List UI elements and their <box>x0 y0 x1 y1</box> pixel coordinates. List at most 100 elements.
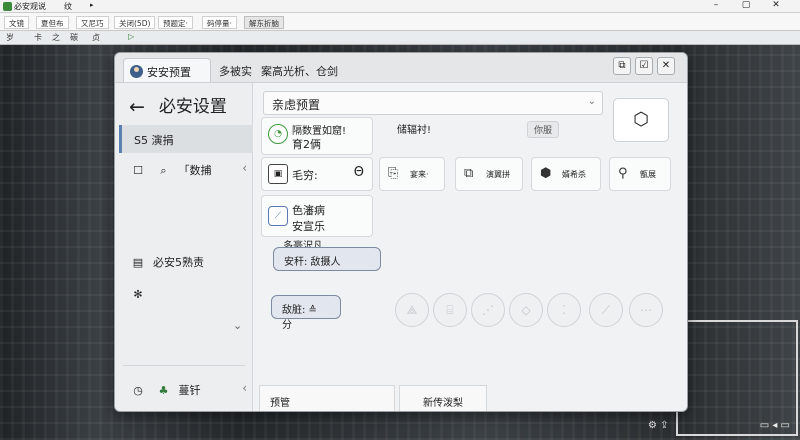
tab-multi[interactable]: 多被实 <box>213 58 258 82</box>
side-text: 储辐衬! <box>397 125 432 136</box>
sidebar-item-network[interactable]: ✻ <box>119 281 253 309</box>
host-menu-item-6[interactable]: 解东折脑 <box>244 16 284 29</box>
host-menu-bar: 文镜 夏但布 又尼巧 关闭(5D) 预题定· 码停量· 解东折脑 <box>0 13 800 31</box>
host-menu-item-3[interactable]: 关闭(5D) <box>114 16 156 29</box>
host-tool-1[interactable]: 卡 <box>34 32 42 43</box>
puzzle-icon: ♣ <box>158 384 169 397</box>
sidebar-item-security[interactable]: ▤ 必安5熟责 <box>119 247 253 275</box>
tray-right-icons[interactable]: ▭ ◂ ▭ <box>760 420 790 431</box>
window-close-icon[interactable]: ✕ <box>657 57 675 75</box>
link-icon: ⧉ <box>464 166 474 181</box>
chevron-down-icon: ⌄ <box>587 96 596 107</box>
host-menu-item-1[interactable]: 夏但布 <box>36 16 69 29</box>
ghost-button-2[interactable]: ⋰ <box>471 293 505 327</box>
sidebar-item-data[interactable]: ☐ ⌕ 「数捕 ‹ <box>119 155 253 183</box>
restore-icon[interactable]: ⧉ <box>613 57 631 75</box>
play-icon[interactable]: ▷ <box>128 32 134 41</box>
host-selection-rect <box>676 320 798 436</box>
status-chip[interactable]: 你服 <box>527 121 560 138</box>
app-icon <box>3 2 12 11</box>
cube-icon: ⬢ <box>540 166 552 181</box>
host-tool-2[interactable]: 之 <box>52 32 60 43</box>
card-package-title: 毛穷: <box>292 169 318 182</box>
mini-card-3[interactable]: ⚲ 甑展 <box>609 157 671 191</box>
ghost-button-3[interactable]: ◇ <box>509 293 543 327</box>
host-menu-item-5[interactable]: 码停量· <box>202 16 237 29</box>
host-title: 必安观说 <box>14 2 46 11</box>
host-menu-item-0[interactable]: 文镜 <box>4 16 29 29</box>
avatar-icon <box>130 65 143 78</box>
ghost-button-6[interactable]: ⋯ <box>629 293 663 327</box>
gauge-icon: ◔ <box>268 124 288 144</box>
card-compass[interactable]: ⟋ 色瀋病 安宣乐 <box>261 195 373 237</box>
hex-settings-button[interactable]: ⬡ <box>613 98 669 142</box>
maximize-icon[interactable]: ▢ <box>734 0 758 10</box>
card-stats-title: 隔数置如窟! <box>292 126 347 137</box>
page-title: 必安设置 <box>158 97 227 117</box>
mini-card-2[interactable]: ⬢ 婿希杀 <box>531 157 601 191</box>
sidebar-item-drill[interactable]: S5 演捐 <box>119 125 253 153</box>
bottom-right-label: 新传泼梨 <box>423 398 463 409</box>
mini-card-label: 宴来· <box>410 170 429 179</box>
host-menu-item-2[interactable]: 又尼巧 <box>76 16 109 29</box>
back-arrow-icon[interactable]: ← <box>129 96 145 118</box>
sidebar-divider <box>123 365 245 366</box>
card-package[interactable]: ▣ 毛穷: Θ <box>261 157 373 191</box>
hexagon-icon: ⬡ <box>633 109 649 130</box>
main-panel: 亲虑预置 ⌄ ⬡ 储辐衬! 你服 ◔ 隔数置如窟! 育2俩 ▣ 毛穷: Θ ⟋ … <box>255 83 687 411</box>
checkbox-icon[interactable]: ☑ <box>635 57 653 75</box>
ghost-button-5[interactable]: ⟋ <box>589 293 623 327</box>
box-icon: ▣ <box>268 164 288 184</box>
settings-window: 安安预置 多被实 案高光析、仓剑 ⧉ ☑ ✕ ← 必安设置 S5 演捐 ☐ ⌕ 「数… <box>114 52 688 412</box>
sidebar-item-label: S5 演捐 <box>134 134 174 147</box>
mini-card-label: 甑展 <box>640 170 656 179</box>
card-stats[interactable]: ◔ 隔数置如窟! 育2俩 <box>261 117 373 155</box>
host-toolbar: 岁 卡 之 碳 贞 ▷ <box>0 31 800 45</box>
ghost-button-1[interactable]: ⌸ <box>433 293 467 327</box>
tab-preset[interactable]: 安安预置 <box>123 58 211 82</box>
clock-icon: ◷ <box>133 384 143 397</box>
mini-card-0[interactable]: ⎘ 宴来· <box>379 157 445 191</box>
sidebar-item-plugins[interactable]: ◷ ♣ 蔓钎 ‹ <box>119 375 253 403</box>
host-tool-3[interactable]: 碳 <box>70 32 78 43</box>
asterisk-icon: ✻ <box>133 288 143 301</box>
sidebar-item-label: 「数捕 <box>178 164 212 177</box>
close-icon[interactable]: ✕ <box>764 0 788 10</box>
preset-dropdown-value: 亲虑预置 <box>272 98 321 112</box>
target-pill[interactable]: 安秆: 敌摄人 <box>273 247 381 271</box>
bottom-left-label: 预管 <box>270 398 290 409</box>
window-tab-bar: 安安预置 多被实 案高光析、仓剑 ⧉ ☑ ✕ <box>115 53 687 83</box>
host-tool-4[interactable]: 贞 <box>92 32 100 43</box>
sidebar: ← 必安设置 S5 演捐 ☐ ⌕ 「数捕 ‹ ▤ 必安5熟责 ✻ ⌄ ◷ ♣ 蔓钎 ‹ <box>115 83 253 411</box>
scroll-chevron-icon[interactable]: ⌄ <box>233 319 242 332</box>
card-compass-subtitle: 安宣乐 <box>292 220 325 233</box>
compass-icon: ⟋ <box>268 206 288 226</box>
host-menu-item-4[interactable]: 预题定· <box>158 16 193 29</box>
score-pill[interactable]: 敌脏: ≙ 分 <box>271 295 341 331</box>
preset-dropdown[interactable]: 亲虑预置 ⌄ <box>263 91 603 115</box>
mini-card-label: 婿希杀 <box>562 170 586 179</box>
card-stats-value: 育2俩 <box>292 138 321 151</box>
mini-card-label: 演翼拼 <box>486 170 510 179</box>
refresh-icon[interactable]: Θ <box>354 165 364 180</box>
tab-analysis[interactable]: 案高光析、仓剑 <box>255 58 344 82</box>
minimize-icon[interactable]: – <box>704 0 728 10</box>
stack-icon: ▤ <box>132 256 144 269</box>
document-icon: ⎘ <box>388 166 399 181</box>
host-tool-0[interactable]: 岁 <box>6 32 14 43</box>
sidebar-item-label: 蔓钎 <box>178 384 201 397</box>
card-compass-title: 色瀋病 <box>292 204 325 217</box>
bottom-right-box[interactable]: 新传泼梨 <box>399 385 487 411</box>
bottom-left-box[interactable]: 预管 <box>259 385 395 411</box>
host-title-bar: 必安观说 纹 ▸ – ▢ ✕ <box>0 0 800 13</box>
ghost-button-0[interactable]: ⟁ <box>395 293 429 327</box>
host-arrow-icon[interactable]: ▸ <box>90 1 94 9</box>
chevron-left-icon: ‹ <box>242 161 247 175</box>
mini-card-1[interactable]: ⧉ 演翼拼 <box>455 157 523 191</box>
brush-icon: ⌕ <box>160 164 167 177</box>
square-icon: ☐ <box>133 164 143 177</box>
sidebar-item-label: 必安5熟责 <box>153 256 204 269</box>
ghost-button-4[interactable]: ⁚ <box>547 293 581 327</box>
tray-left-icons[interactable]: ⚙ ⇪ <box>648 420 669 431</box>
host-menu-word[interactable]: 纹 <box>64 1 72 12</box>
